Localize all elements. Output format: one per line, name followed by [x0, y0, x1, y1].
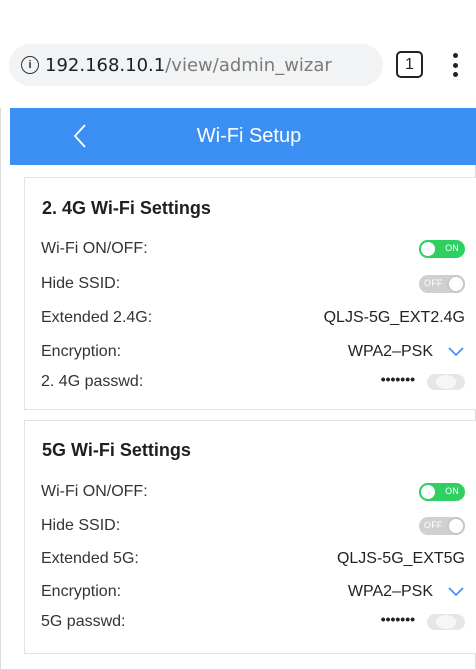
eye-toggle-icon[interactable]	[427, 374, 465, 390]
toggle-state-label: ON	[445, 486, 459, 496]
wifi-onoff-toggle[interactable]: ON	[419, 240, 465, 258]
chevron-down-icon[interactable]	[447, 586, 465, 598]
toggle-state-label: ON	[445, 243, 459, 253]
more-vert-icon[interactable]	[450, 50, 460, 80]
hide-ssid-row: Hide SSID: OFF	[41, 272, 465, 296]
hide-ssid-label: Hide SSID:	[41, 517, 121, 534]
wifi-5g-settings-card: 5G Wi-Fi Settings Wi-Fi ON/OFF: ON Hide …	[24, 420, 476, 654]
toggle-knob	[447, 275, 465, 293]
toggle-state-label: OFF	[424, 278, 443, 288]
wifi-onoff-row: Wi-Fi ON/OFF: ON	[41, 237, 465, 261]
password-field[interactable]: •••••••	[380, 371, 465, 390]
browser-toolbar: i 192.168.10.1/view/admin_wizar 1	[0, 0, 476, 108]
address-bar[interactable]: i 192.168.10.1/view/admin_wizar	[9, 44, 383, 86]
hide-ssid-row: Hide SSID: OFF	[41, 514, 465, 538]
password-value: •••••••	[380, 611, 415, 627]
password-value: •••••••	[380, 371, 415, 387]
encryption-value: WPA2–PSK	[347, 343, 433, 360]
toggle-knob	[419, 483, 437, 501]
chevron-left-icon[interactable]	[66, 120, 96, 152]
url-path: /view/admin_wizar	[165, 54, 332, 76]
wifi-onoff-toggle[interactable]: ON	[419, 483, 465, 501]
extended-ssid-label: Extended 5G:	[41, 550, 139, 567]
extended-ssid-value[interactable]: QLJS-5G_EXT2.4G	[324, 309, 465, 327]
extended-ssid-row: Extended 2.4G: QLJS-5G_EXT2.4G	[41, 306, 465, 330]
toggle-knob	[447, 517, 465, 535]
hide-ssid-toggle[interactable]: OFF	[419, 517, 465, 535]
wifi-onoff-label: Wi-Fi ON/OFF:	[41, 240, 148, 257]
page-title: Wi-Fi Setup	[196, 125, 302, 147]
app-header: Wi-Fi Setup	[10, 108, 476, 165]
password-row: 2. 4G passwd: •••••••	[41, 370, 465, 394]
section-title: 5G Wi-Fi Settings	[42, 440, 191, 460]
extended-ssid-label: Extended 2.4G:	[41, 309, 153, 326]
extended-ssid-row: Extended 5G: QLJS-5G_EXT5G	[41, 547, 465, 571]
chevron-down-icon[interactable]	[447, 346, 465, 358]
info-icon[interactable]: i	[21, 56, 39, 74]
wifi-onoff-row: Wi-Fi ON/OFF: ON	[41, 480, 465, 504]
password-field[interactable]: •••••••	[380, 611, 465, 630]
password-label: 2. 4G passwd:	[41, 373, 144, 390]
encryption-value: WPA2–PSK	[347, 583, 433, 600]
password-row: 5G passwd: •••••••	[41, 610, 465, 634]
toggle-state-label: OFF	[424, 520, 443, 530]
toggle-knob	[419, 240, 437, 258]
url-host: 192.168.10.1	[45, 54, 166, 76]
section-title: 2. 4G Wi-Fi Settings	[42, 198, 211, 218]
encryption-select[interactable]: WPA2–PSK	[348, 583, 465, 601]
encryption-select[interactable]: WPA2–PSK	[348, 343, 465, 361]
encryption-row: Encryption: WPA2–PSK	[41, 340, 465, 364]
extended-ssid-value[interactable]: QLJS-5G_EXT5G	[337, 550, 465, 568]
encryption-label: Encryption:	[41, 343, 122, 360]
password-label: 5G passwd:	[41, 613, 126, 630]
hide-ssid-toggle[interactable]: OFF	[419, 275, 465, 293]
eye-toggle-icon[interactable]	[427, 614, 465, 630]
encryption-row: Encryption: WPA2–PSK	[41, 580, 465, 604]
tab-switcher-button[interactable]: 1	[396, 51, 423, 78]
wifi-24g-settings-card: 2. 4G Wi-Fi Settings Wi-Fi ON/OFF: ON Hi…	[24, 177, 476, 410]
encryption-label: Encryption:	[41, 583, 122, 600]
wifi-onoff-label: Wi-Fi ON/OFF:	[41, 483, 148, 500]
hide-ssid-label: Hide SSID:	[41, 275, 121, 292]
